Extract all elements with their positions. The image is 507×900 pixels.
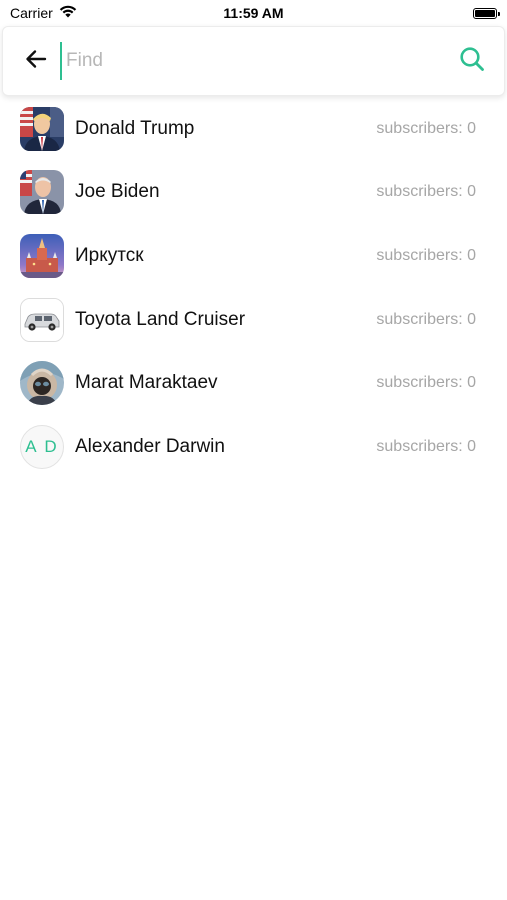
result-row[interactable]: Marat Maraktaev subscribers: 0 <box>0 351 507 415</box>
result-row[interactable]: Joe Biden subscribers: 0 <box>0 161 507 225</box>
search-icon <box>459 46 485 77</box>
result-name: Alexander Darwin <box>75 435 225 457</box>
subscribers-count: subscribers: 0 <box>376 183 476 201</box>
avatar <box>20 361 64 406</box>
subscribers-count: subscribers: 0 <box>376 374 476 392</box>
result-row[interactable]: Иркутск subscribers: 0 <box>0 224 507 288</box>
result-name: Joe Biden <box>75 181 160 203</box>
avatar-initials: A D <box>20 424 64 469</box>
result-name: Marat Maraktaev <box>75 372 218 394</box>
result-row[interactable]: A D Alexander Darwin subscribers: 0 <box>0 415 507 479</box>
search-results-list: Donald Trump subscribers: 0 Joe Biden su… <box>0 97 507 479</box>
result-row[interactable]: Donald Trump subscribers: 0 <box>0 97 507 161</box>
result-row[interactable]: Toyota Land Cruiser subscribers: 0 <box>0 288 507 352</box>
avatar <box>20 170 64 215</box>
search-input[interactable] <box>60 42 452 80</box>
back-button[interactable] <box>16 41 56 81</box>
wifi-icon <box>59 5 77 21</box>
result-name: Иркутск <box>75 244 144 266</box>
subscribers-count: subscribers: 0 <box>376 437 476 455</box>
subscribers-count: subscribers: 0 <box>376 246 476 264</box>
subscribers-count: subscribers: 0 <box>376 119 476 137</box>
avatar <box>20 233 64 278</box>
status-left: Carrier <box>10 5 77 21</box>
battery-icon <box>473 7 500 19</box>
search-button[interactable] <box>452 41 492 81</box>
status-bar: Carrier 11:59 AM <box>0 0 507 26</box>
arrow-left-icon <box>25 49 47 74</box>
subscribers-count: subscribers: 0 <box>376 310 476 328</box>
avatar <box>20 106 64 151</box>
search-header <box>2 26 505 96</box>
carrier-label: Carrier <box>10 5 53 21</box>
result-name: Donald Trump <box>75 117 195 139</box>
result-name: Toyota Land Cruiser <box>75 308 246 330</box>
avatar <box>20 297 64 342</box>
